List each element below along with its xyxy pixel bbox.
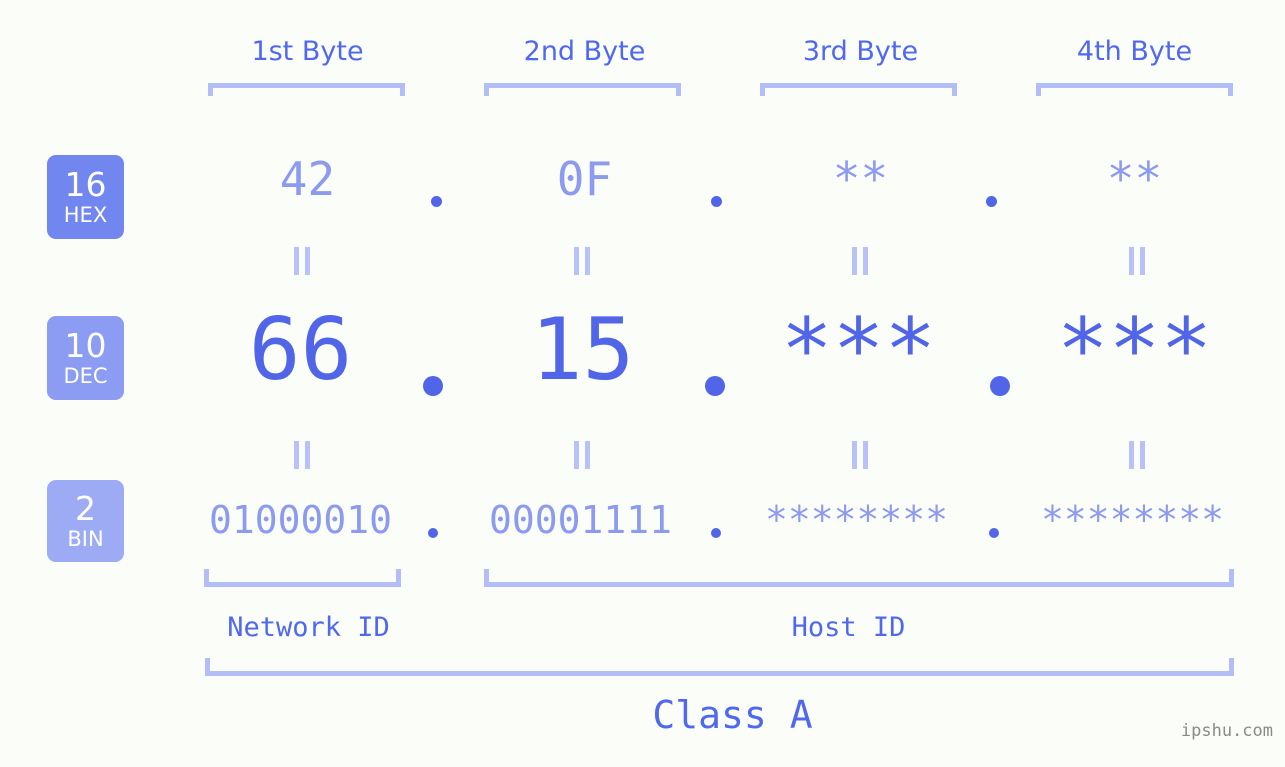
byte-bracket-4: [1036, 83, 1233, 96]
hex-byte-3-value: **: [832, 152, 889, 206]
hex-separator-3: [986, 196, 997, 207]
equals-mark-dec-bin-4: [1127, 441, 1147, 469]
dec-separator-1: [423, 376, 443, 396]
equals-mark-hex-dec-3: [850, 247, 870, 275]
byte-bracket-1: [208, 83, 405, 96]
base-badge-bin-number: 2: [75, 489, 96, 528]
host-id-bracket: [484, 569, 1234, 587]
base-badge-bin: 2 BIN: [47, 480, 124, 562]
byte-header-3: 3rd Byte: [802, 36, 919, 67]
base-badge-dec: 10 DEC: [47, 316, 124, 400]
dec-separator-3: [990, 376, 1010, 396]
dec-byte-3-value: ***: [780, 300, 937, 400]
base-badge-dec-name: DEC: [63, 364, 108, 388]
equals-mark-dec-bin-2: [572, 441, 592, 469]
base-badge-hex-name: HEX: [63, 203, 108, 227]
hex-separator-1: [431, 196, 442, 207]
network-id-bracket: [204, 569, 401, 587]
byte-header-4: 4th Byte: [1076, 36, 1193, 67]
equals-mark-dec-bin-1: [292, 441, 312, 469]
base-badge-bin-name: BIN: [67, 527, 104, 551]
base-badge-hex: 16 HEX: [47, 155, 124, 239]
bin-byte-1-value: 01000010: [208, 498, 393, 542]
class-bracket: [205, 658, 1234, 676]
bin-byte-2-value: 00001111: [488, 498, 673, 542]
bin-byte-4-value: ********: [1040, 498, 1225, 542]
equals-mark-hex-dec-1: [292, 247, 312, 275]
hex-byte-1-value: 42: [279, 152, 336, 206]
equals-mark-hex-dec-4: [1127, 247, 1147, 275]
network-id-label: Network ID: [227, 612, 390, 643]
bin-separator-2: [711, 528, 721, 538]
byte-bracket-3: [760, 83, 957, 96]
hex-byte-4-value: **: [1106, 152, 1163, 206]
base-badge-hex-number: 16: [64, 165, 107, 204]
bin-byte-3-value: ********: [764, 498, 949, 542]
dec-separator-2: [705, 376, 725, 396]
dec-byte-4-value: ***: [1056, 300, 1213, 400]
ip-address-breakdown-diagram: 1st Byte 2nd Byte 3rd Byte 4th Byte 16 H…: [0, 0, 1285, 767]
base-badge-dec-number: 10: [64, 326, 107, 365]
equals-mark-hex-dec-2: [572, 247, 592, 275]
equals-mark-dec-bin-3: [850, 441, 870, 469]
byte-header-1: 1st Byte: [251, 36, 364, 67]
byte-bracket-2: [484, 83, 681, 96]
hex-byte-2-value: 0F: [556, 152, 613, 206]
watermark: ipshu.com: [1180, 721, 1273, 741]
class-label: Class A: [652, 693, 813, 737]
bin-separator-3: [989, 528, 999, 538]
host-id-label: Host ID: [791, 612, 906, 643]
byte-header-2: 2nd Byte: [523, 36, 646, 67]
dec-byte-2-value: 15: [530, 300, 635, 400]
hex-separator-2: [711, 196, 722, 207]
bin-separator-1: [428, 528, 438, 538]
dec-byte-1-value: 66: [248, 300, 353, 400]
